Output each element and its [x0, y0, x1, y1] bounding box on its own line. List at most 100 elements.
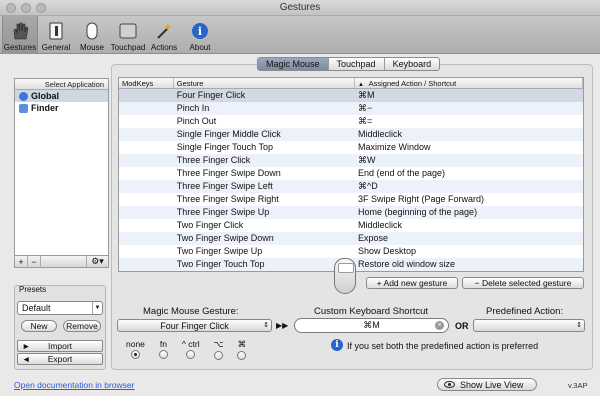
modifier-keys: none fn ^ ctrl ⌥ ⌘: [126, 339, 247, 360]
delete-gesture-button[interactable]: − Delete selected gesture: [462, 277, 584, 289]
row-gesture: Two Finger Swipe Down: [176, 233, 274, 243]
column-modkeys[interactable]: ModKeys: [119, 78, 174, 88]
row-modkeys: [119, 232, 174, 245]
import-label: Import: [47, 341, 73, 351]
modifier-radio[interactable]: [186, 350, 196, 359]
table-row[interactable]: Two Finger Swipe Down Expose: [119, 232, 583, 245]
version-label: v.3AP: [568, 381, 588, 390]
export-arrow-icon: ◄: [22, 354, 31, 364]
window-controls: [6, 3, 46, 13]
toolbar-label: Actions: [150, 43, 178, 52]
table-row[interactable]: Pinch Out ⌘=: [119, 115, 583, 128]
toolbar-touchpad[interactable]: Touchpad: [110, 16, 146, 54]
toolbar-actions[interactable]: Actions: [146, 16, 182, 54]
row-action: ⌘M: [357, 90, 375, 100]
table-row[interactable]: Three Finger Click ⌘W: [119, 154, 583, 167]
modifier-radio[interactable]: [130, 350, 140, 359]
import-button[interactable]: ► Import: [17, 340, 103, 352]
modifier-option[interactable]: fn: [158, 339, 168, 360]
row-action: ⌘=: [357, 116, 373, 126]
info-icon: i: [192, 23, 208, 39]
predefined-action-select[interactable]: ⇕: [473, 319, 585, 332]
row-action: Middleclick: [357, 129, 402, 139]
table-row[interactable]: Three Finger Swipe Down End (end of the p…: [119, 167, 583, 180]
modifier-radio[interactable]: [214, 351, 223, 360]
table-row[interactable]: Pinch In ⌘−: [119, 102, 583, 115]
modifier-label: none: [126, 339, 145, 349]
application-list: Select Application Global Finder: [14, 78, 109, 268]
row-modkeys: [119, 258, 174, 271]
toolbar-about[interactable]: i About: [182, 16, 218, 54]
gesture-label: Magic Mouse Gesture:: [143, 306, 239, 317]
table-row[interactable]: Two Finger Swipe Up Show Desktop: [119, 245, 583, 258]
preset-select[interactable]: Default ▼: [17, 301, 103, 315]
column-gesture[interactable]: Gesture: [174, 78, 355, 88]
modifier-option[interactable]: ^ ctrl: [182, 339, 200, 360]
toolbar-label: Touchpad: [110, 43, 146, 52]
shortcut-field[interactable]: ⌘M ×: [294, 318, 449, 333]
table-row[interactable]: Three Finger Swipe Left ⌘^D: [119, 180, 583, 193]
clear-icon[interactable]: ×: [435, 321, 444, 330]
tab-keyboard[interactable]: Keyboard: [385, 58, 440, 70]
zoom-button[interactable]: [36, 3, 46, 13]
row-action: Middleclick: [357, 220, 402, 230]
predefined-label: Predefined Action:: [486, 306, 564, 317]
table-row[interactable]: Three Finger Swipe Up Home (beginning of …: [119, 206, 583, 219]
globe-icon: [19, 91, 28, 101]
app-item-label: Global: [31, 91, 60, 101]
documentation-link[interactable]: Open documentation in browser: [14, 380, 135, 390]
chevron-updown-icon: ⇕: [576, 322, 582, 329]
modifier-option[interactable]: ⌘: [237, 339, 247, 360]
row-modkeys: [119, 219, 174, 232]
table-row[interactable]: Single Finger Middle Click Middleclick: [119, 128, 583, 141]
row-action: Show Desktop: [357, 246, 417, 256]
hand-icon: [13, 22, 29, 40]
add-application-button[interactable]: +: [15, 255, 28, 268]
remove-application-button[interactable]: −: [28, 255, 41, 268]
application-list-footer: + − ⚙▾: [14, 255, 109, 268]
modifier-option[interactable]: none: [126, 339, 145, 360]
toolbar-gestures[interactable]: Gestures: [2, 16, 38, 54]
row-modkeys: [119, 102, 174, 115]
plus-icon: +: [376, 278, 384, 288]
sort-ascending-icon: ▲: [358, 82, 364, 88]
table-row[interactable]: Three Finger Swipe Right 3F Swipe Right (…: [119, 193, 583, 206]
window-title: Gestures: [279, 2, 321, 13]
show-live-view-button[interactable]: Show Live View: [437, 378, 537, 391]
minimize-button[interactable]: [21, 3, 31, 13]
row-gesture: Pinch Out: [176, 116, 217, 126]
or-label: OR: [455, 321, 469, 331]
switch-icon: [49, 22, 63, 40]
row-gesture: Four Finger Click: [176, 90, 246, 100]
export-button[interactable]: ◄ Export: [17, 353, 103, 365]
row-gesture: Two Finger Click: [176, 220, 244, 230]
magic-wand-icon: [157, 23, 172, 39]
gesture-select[interactable]: Four Finger Click ⇕: [117, 319, 272, 332]
toolbar: Gestures General Mouse Touchpad Actions …: [0, 16, 600, 54]
table-row[interactable]: Two Finger Click Middleclick: [119, 219, 583, 232]
close-button[interactable]: [6, 3, 16, 13]
add-gesture-button[interactable]: + Add new gesture: [366, 277, 458, 289]
row-action: Restore old window size: [357, 259, 456, 269]
column-action[interactable]: ▲ Assigned Action / Shortcut: [355, 78, 583, 88]
tab-magic-mouse[interactable]: Magic Mouse: [258, 58, 329, 70]
table-row[interactable]: Four Finger Click ⌘M: [119, 89, 583, 102]
toolbar-mouse[interactable]: Mouse: [74, 16, 110, 54]
finder-icon: [19, 103, 28, 113]
toolbar-general[interactable]: General: [38, 16, 74, 54]
app-item-finder[interactable]: Finder: [15, 102, 108, 114]
modifier-option[interactable]: ⌥: [214, 339, 223, 360]
app-item-global[interactable]: Global: [15, 90, 108, 102]
table-row[interactable]: Single Finger Touch Top Maximize Window: [119, 141, 583, 154]
add-gesture-label: Add new gesture: [383, 278, 448, 288]
tab-touchpad[interactable]: Touchpad: [329, 58, 385, 70]
toolbar-label: Mouse: [79, 43, 104, 52]
gesture-select-value: Four Finger Click: [160, 321, 229, 331]
new-preset-button[interactable]: New: [21, 320, 57, 332]
show-live-view-label: Show Live View: [460, 380, 524, 390]
modifier-radio[interactable]: [158, 350, 168, 359]
gear-menu-button[interactable]: ⚙▾: [86, 256, 108, 267]
modifier-radio[interactable]: [237, 351, 247, 360]
remove-preset-button[interactable]: Remove: [63, 320, 101, 332]
presets-legend: Presets: [19, 285, 47, 294]
